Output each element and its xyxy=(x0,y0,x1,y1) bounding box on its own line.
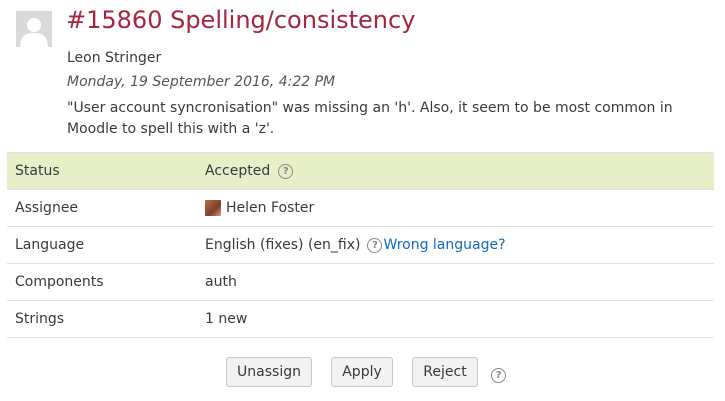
actions-help-icon[interactable]: ? xyxy=(491,368,506,383)
strings-row: Strings 1 new xyxy=(7,301,714,338)
status-value-group: Accepted ? xyxy=(205,163,294,179)
components-label: Components xyxy=(15,274,104,290)
details-table: Status Accepted ? Assignee Helen Foster … xyxy=(7,152,714,338)
unassign-button[interactable]: Unassign xyxy=(226,357,312,387)
components-value: auth xyxy=(205,274,237,290)
language-value: English (fixes) (en_fix) xyxy=(205,237,361,253)
assignee-row: Assignee Helen Foster xyxy=(7,190,714,227)
reject-button[interactable]: Reject xyxy=(412,357,478,387)
issue-date: Monday, 19 September 2016, 4:22 PM xyxy=(67,74,336,90)
language-value-group: English (fixes) (en_fix) ? Wrong languag… xyxy=(205,237,506,253)
assignee-value-group: Helen Foster xyxy=(205,200,314,216)
author-name: Leon Stringer xyxy=(67,50,162,66)
strings-value: 1 new xyxy=(205,311,248,327)
language-label: Language xyxy=(15,237,85,253)
status-value: Accepted xyxy=(205,163,271,179)
status-row: Status Accepted ? xyxy=(7,153,714,190)
status-help-icon[interactable]: ? xyxy=(278,163,294,179)
author-avatar xyxy=(16,11,52,47)
apply-button[interactable]: Apply xyxy=(331,357,393,387)
assignee-name: Helen Foster xyxy=(226,200,315,216)
issue-title: #15860 Spelling/consistency xyxy=(66,6,416,34)
assignee-label: Assignee xyxy=(15,200,79,216)
wrong-language-link[interactable]: Wrong language? xyxy=(383,237,505,253)
default-user-icon xyxy=(16,11,52,47)
issue-description: "User account syncronisation" was missin… xyxy=(67,100,673,137)
status-label: Status xyxy=(15,163,60,179)
language-row: Language English (fixes) (en_fix) ? Wron… xyxy=(7,227,714,264)
strings-label: Strings xyxy=(15,311,65,327)
assignee-avatar xyxy=(205,200,221,216)
language-help-icon[interactable]: ? xyxy=(367,237,383,253)
components-row: Components auth xyxy=(7,264,714,301)
